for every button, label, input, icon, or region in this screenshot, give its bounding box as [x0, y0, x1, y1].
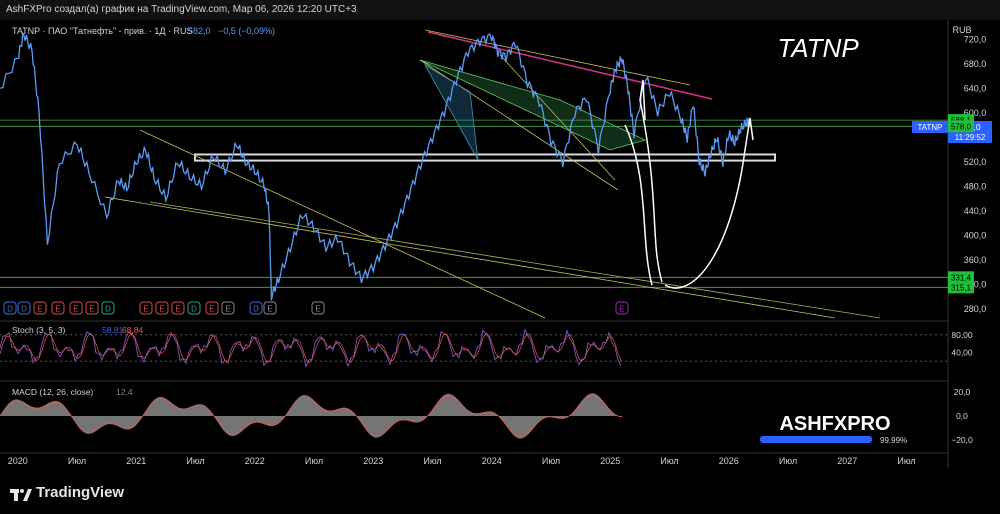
event-marker-label: E	[225, 305, 230, 314]
legend-value: 582,0	[188, 26, 211, 36]
x-tick-label: 2022	[245, 456, 265, 466]
event-marker-label: D	[253, 305, 259, 314]
event-marker-label: D	[105, 305, 111, 314]
event-marker-label: D	[21, 305, 27, 314]
y-tick-label: 440,0	[964, 206, 987, 216]
header-bar: AshFXPro создал(а) график на TradingView…	[0, 0, 1000, 20]
y-tick-label: 480,0	[964, 181, 987, 191]
x-tick-label: 2023	[363, 456, 383, 466]
event-marker-label: E	[159, 305, 164, 314]
macd-legend: MACD (12, 26, close)	[12, 387, 93, 397]
event-marker-label: E	[89, 305, 94, 314]
event-marker-label: E	[175, 305, 180, 314]
x-tick-label: 2021	[126, 456, 146, 466]
x-tick-label: Июл	[305, 456, 323, 466]
stoch-y-tick: 80,00	[951, 330, 973, 340]
symbol-legend: TATNP · ПАО "Татнефть" - прив. · 1Д · RU…	[12, 26, 192, 36]
event-marker-label: E	[267, 305, 272, 314]
macd-y-tick: 0,0	[956, 411, 968, 421]
y-tick-label: 280,0	[964, 304, 987, 314]
footer-bar	[0, 480, 1000, 514]
macd-y-tick: −20,0	[951, 435, 973, 445]
stoch-k-value: 58,81	[102, 325, 124, 335]
x-tick-label: Июл	[423, 456, 441, 466]
watermark-bar-fill	[760, 436, 872, 443]
event-marker-label: E	[209, 305, 214, 314]
event-marker-label: E	[315, 305, 320, 314]
watermark-percent: 99.99%	[880, 436, 907, 445]
countdown-timer: 11:29:52	[955, 133, 986, 142]
currency-label: RUB	[952, 25, 971, 35]
x-tick-label: Июл	[660, 456, 678, 466]
symbol-tag-label: TATNP	[917, 123, 942, 132]
x-tick-label: 2020	[8, 456, 28, 466]
y-tick-label: 400,0	[964, 230, 987, 240]
level-badge-label: 331,4	[951, 273, 972, 282]
legend-change: −0,5 (−0,09%)	[218, 26, 275, 36]
x-tick-label: Июл	[186, 456, 204, 466]
x-tick-label: 2024	[482, 456, 502, 466]
x-tick-label: Июл	[779, 456, 797, 466]
y-tick-label: 720,0	[964, 34, 987, 44]
event-marker-label: D	[191, 305, 197, 314]
chart-area[interactable]: 720,0680,0640,0600,0560,0520,0480,0440,0…	[0, 20, 1000, 480]
event-marker-label: E	[37, 305, 42, 314]
x-tick-label: Июл	[542, 456, 560, 466]
stoch-legend: Stoch (3, 5, 3)	[12, 325, 66, 335]
event-marker-label: E	[619, 305, 624, 314]
y-tick-label: 520,0	[964, 157, 987, 167]
x-tick-label: Июл	[68, 456, 86, 466]
chart-title: TATNP	[777, 33, 859, 63]
event-marker-label: E	[73, 305, 78, 314]
tradingview-brand[interactable]: TradingView	[36, 484, 124, 501]
y-tick-label: 360,0	[964, 255, 987, 265]
macd-value: 12,4	[116, 387, 133, 397]
level-badge-label: 315,1	[951, 283, 972, 292]
y-tick-label: 640,0	[964, 83, 987, 93]
x-tick-label: 2025	[600, 456, 620, 466]
y-tick-label: 680,0	[964, 59, 987, 69]
event-marker-label: D	[7, 305, 13, 314]
tradingview-logo-icon	[10, 489, 32, 501]
stoch-d-value: 68,84	[122, 325, 144, 335]
x-tick-label: 2026	[719, 456, 739, 466]
macd-y-tick: 20,0	[954, 387, 971, 397]
watermark-brand: ASHFXPRO	[779, 413, 890, 435]
event-marker-label: E	[55, 305, 60, 314]
level-badge-label: 578,0	[951, 122, 972, 131]
stoch-y-tick: 40,00	[951, 347, 973, 357]
x-tick-label: 2027	[837, 456, 857, 466]
x-tick-label: Июл	[897, 456, 915, 466]
event-marker-label: E	[143, 305, 148, 314]
header-text: AshFXPro создал(а) график на TradingView…	[6, 4, 357, 15]
